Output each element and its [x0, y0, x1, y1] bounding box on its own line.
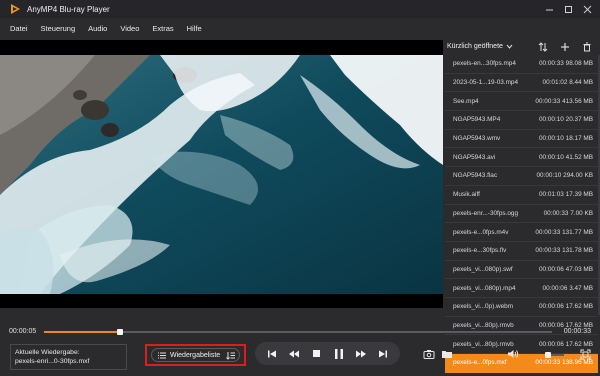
playlist-item[interactable]: See.mp4 00:00:33 413.56 MB	[445, 92, 598, 112]
title-bar: AnyMP4 Blu-ray Player	[0, 0, 600, 18]
now-playing-label: Aktuelle Wiedergabe:	[15, 349, 80, 356]
playlist-item-name: NGAP5943.avi	[453, 153, 496, 161]
stop-icon[interactable]	[309, 347, 323, 361]
now-playing-file: pexels-enri...0-30fps.mxf	[15, 358, 90, 365]
volume-slider[interactable]	[524, 352, 564, 358]
playlist-toggle-label: Wiedergabeliste	[170, 351, 221, 359]
playlist-item-meta: 00:00:06 47.03 MB	[538, 265, 593, 273]
playlist-item-meta: 00:00:33 138.96 MB	[535, 359, 593, 367]
volume-handle[interactable]	[545, 352, 551, 358]
playlist-item-meta: 00:00:33 7.00 KB	[543, 209, 593, 217]
playlist-item-name: pexels_vi...80p).rmvb	[453, 340, 514, 348]
playlist-item[interactable]: pexels-enr...-30fps.ogg 00:00:33 7.00 KB	[445, 205, 598, 224]
maximize-icon[interactable]	[559, 0, 577, 18]
volume-icon[interactable]	[507, 348, 519, 360]
menu-datei[interactable]: Datei	[10, 24, 28, 33]
playlist-item[interactable]: pexels-en...30fps.mp4 00:00:33 98.08 MB	[445, 55, 598, 74]
add-icon[interactable]	[560, 42, 570, 52]
playlist-panel: Kürzlich geöffnete pexels-en...30fps.mp4…	[445, 40, 600, 373]
playlist-item[interactable]: pexels_vi...0p).webm 00:00:06 17.62 MB	[445, 298, 598, 317]
playlist-item[interactable]: pexels-e...30fps.flv 00:00:33 131.78 MB	[445, 242, 598, 261]
list-icon	[158, 352, 166, 358]
rewind-icon[interactable]	[287, 347, 301, 361]
highlight-box: Wiedergabeliste	[145, 344, 246, 366]
playlist-item-meta: 00:00:10 18.17 MB	[538, 135, 593, 143]
playlist-item-name: pexels-e...30fps.flv	[453, 247, 507, 255]
playlist-item[interactable]: pexels_vi...080p).swf 00:00:06 47.03 MB	[445, 261, 598, 280]
seek-handle[interactable]	[117, 329, 124, 335]
menu-hilfe[interactable]: Hilfe	[187, 24, 202, 33]
playlist-item[interactable]: pexels-e...0fps.m4v 00:00:33 131.77 MB	[445, 223, 598, 242]
close-icon[interactable]	[578, 0, 596, 18]
playlist-item-meta: 00:00:06 17.62 MB	[538, 303, 593, 311]
playlist-item-name: Musik.aiff	[453, 191, 480, 199]
snapshot-camera-icon[interactable]	[423, 348, 435, 360]
seek-bar: 00:00:05 00:00:33	[0, 325, 600, 339]
playlist-item[interactable]: 2023-05-1...19-03.mp4 00:01:02 8.44 MB	[445, 74, 598, 93]
playlist-item[interactable]: NGAP5943.flac 00:00:10 294.00 KB	[445, 167, 598, 186]
video-image	[0, 55, 443, 294]
chevron-down-icon	[506, 44, 513, 49]
playlist-item-active[interactable]: pexels-e...0fps.mxf 00:00:33 138.96 MB	[445, 354, 598, 373]
playlist-item-meta: 00:00:33 98.08 MB	[538, 60, 593, 68]
video-frame[interactable]	[0, 55, 443, 294]
seek-fill	[44, 331, 121, 333]
playlist-item[interactable]: Musik.aiff 00:01:03 17.39 MB	[445, 186, 598, 205]
playlist-item-meta: 00:00:06 17.62 MB	[538, 340, 593, 348]
recent-dropdown-label: Kürzlich geöffnete	[447, 43, 503, 50]
playlist-item[interactable]: NGAP5943.MP4 00:00:10 20.37 MB	[445, 111, 598, 130]
playlist-item-meta: 00:00:10 20.37 MB	[538, 116, 593, 124]
seek-track[interactable]	[44, 329, 552, 335]
playlist-toggle-button[interactable]: Wiedergabeliste	[151, 348, 240, 362]
playlist-item-meta: 00:00:33 131.77 MB	[535, 228, 593, 236]
fast-forward-icon[interactable]	[354, 347, 368, 361]
playlist-item-name: 2023-05-1...19-03.mp4	[453, 79, 519, 87]
playlist-item-meta: 00:00:10 41.52 MB	[538, 153, 593, 161]
app-title: AnyMP4 Blu-ray Player	[27, 4, 110, 14]
app-logo-icon	[9, 3, 21, 15]
playlist-item-meta: 00:01:03 17.39 MB	[538, 191, 593, 199]
playlist-item-meta: 00:00:06 3.47 MB	[542, 284, 593, 292]
playlist-item-name: NGAP5943.flac	[453, 172, 498, 180]
pause-icon[interactable]	[332, 347, 346, 361]
playlist-item-name: pexels-en...30fps.mp4	[453, 60, 516, 68]
playlist-item-meta: 00:00:33 413.56 MB	[535, 97, 593, 105]
menu-audio[interactable]: Audio	[88, 24, 107, 33]
menu-bar: Datei Steuerung Audio Video Extras Hilfe	[0, 18, 600, 38]
menu-extras[interactable]: Extras	[152, 24, 173, 33]
playlist-item-name: pexels-enr...-30fps.ogg	[453, 209, 519, 217]
playlist-item-name: pexels_vi...080p).mp4	[453, 284, 516, 292]
video-area[interactable]	[0, 40, 443, 308]
recent-dropdown[interactable]: Kürzlich geöffnete	[447, 43, 513, 50]
now-playing-box: Aktuelle Wiedergabe: pexels-enri...0-30f…	[10, 344, 127, 370]
playlist-item[interactable]: NGAP5943.avi 00:00:10 41.52 MB	[445, 148, 598, 168]
playlist-item-name: pexels_vi...0p).webm	[453, 303, 514, 311]
playlist-item[interactable]: NGAP5943.wmv 00:00:10 18.17 MB	[445, 130, 598, 149]
trash-icon[interactable]	[582, 42, 592, 52]
playlist-item-meta: 00:00:10 294.00 KB	[536, 172, 593, 180]
menu-video[interactable]: Video	[120, 24, 139, 33]
skip-previous-icon[interactable]	[265, 347, 279, 361]
current-time: 00:00:05	[9, 328, 37, 335]
playlist-item-name: NGAP5943.wmv	[453, 135, 501, 143]
playlist-item-meta: 00:00:33 131.78 MB	[535, 247, 593, 255]
playlist-item-name: pexels_vi...080p).swf	[453, 265, 513, 273]
playlist-order-icon[interactable]	[226, 351, 235, 362]
playlist-item-name: See.mp4	[453, 97, 479, 105]
playlist-item[interactable]: pexels_vi...080p).mp4 00:00:06 3.47 MB	[445, 279, 598, 298]
playlist-item-name: pexels-e...0fps.mxf	[453, 359, 507, 367]
playlist-item-meta: 00:01:02 8.44 MB	[542, 79, 593, 87]
total-time: 00:00:33	[563, 328, 591, 335]
playlist-header: Kürzlich geöffnete	[445, 40, 600, 53]
playlist-item-name: pexels-e...0fps.m4v	[453, 228, 509, 236]
playlist-item-name: NGAP5943.MP4	[453, 116, 501, 124]
minimize-icon[interactable]	[540, 0, 558, 18]
menu-steuerung[interactable]: Steuerung	[41, 24, 76, 33]
skip-next-icon[interactable]	[376, 347, 390, 361]
transport-controls	[255, 342, 400, 365]
sort-icon[interactable]	[538, 41, 548, 52]
fullscreen-icon[interactable]	[579, 348, 591, 360]
folder-icon[interactable]	[441, 348, 453, 360]
